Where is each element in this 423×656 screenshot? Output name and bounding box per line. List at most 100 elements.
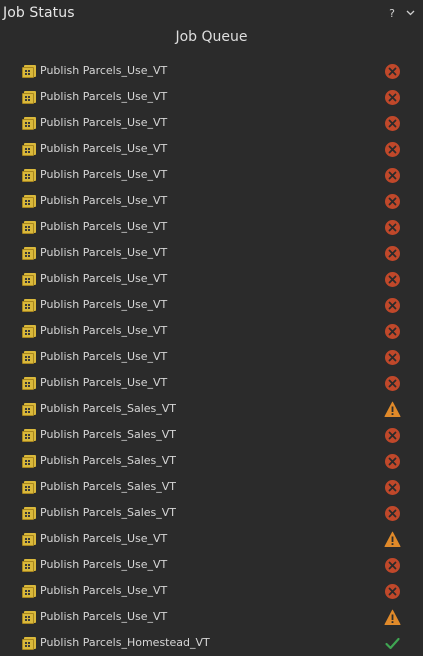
publish-job-icon: [21, 193, 37, 209]
publish-job-icon: [21, 375, 37, 391]
publish-job-icon: [21, 635, 37, 651]
panel-title-buttons: ?: [385, 5, 417, 21]
job-name: Publish Parcels_Sales_VT: [40, 402, 176, 415]
publish-job-icon: [21, 557, 37, 573]
publish-job-icon: [21, 479, 37, 495]
error-circle-x-icon[interactable]: [384, 427, 401, 444]
publish-job-icon: [21, 115, 37, 131]
chevron-down-icon: [406, 10, 414, 16]
publish-job-icon: [21, 583, 37, 599]
warning-triangle-icon[interactable]: [384, 609, 401, 626]
publish-job-icon: [21, 297, 37, 313]
job-row[interactable]: Publish Parcels_Use_VT: [0, 604, 423, 630]
error-circle-x-icon[interactable]: [384, 167, 401, 184]
publish-job-icon: [21, 167, 37, 183]
error-circle-x-icon[interactable]: [384, 453, 401, 470]
job-row[interactable]: Publish Parcels_Use_VT: [0, 110, 423, 136]
job-name: Publish Parcels_Use_VT: [40, 610, 168, 623]
publish-job-icon: [21, 453, 37, 469]
job-queue-list: Publish Parcels_Use_VT Publish Parcels_U…: [0, 58, 423, 656]
job-name: Publish Parcels_Use_VT: [40, 116, 168, 129]
job-name: Publish Parcels_Use_VT: [40, 558, 168, 571]
job-name: Publish Parcels_Sales_VT: [40, 454, 176, 467]
error-circle-x-icon[interactable]: [384, 271, 401, 288]
publish-job-icon: [21, 89, 37, 105]
job-name: Publish Parcels_Use_VT: [40, 246, 168, 259]
job-row[interactable]: Publish Parcels_Use_VT: [0, 344, 423, 370]
panel-titlebar: Job Status ?: [0, 0, 423, 28]
publish-job-icon: [21, 63, 37, 79]
job-row[interactable]: Publish Parcels_Use_VT: [0, 214, 423, 240]
publish-job-icon: [21, 323, 37, 339]
error-circle-x-icon[interactable]: [384, 193, 401, 210]
publish-job-icon: [21, 349, 37, 365]
job-row[interactable]: Publish Parcels_Use_VT: [0, 58, 423, 84]
job-name: Publish Parcels_Sales_VT: [40, 428, 176, 441]
job-row[interactable]: Publish Parcels_Use_VT: [0, 162, 423, 188]
job-row[interactable]: Publish Parcels_Use_VT: [0, 292, 423, 318]
job-row[interactable]: Publish Parcels_Use_VT: [0, 188, 423, 214]
job-name: Publish Parcels_Homestead_VT: [40, 636, 210, 649]
error-circle-x-icon[interactable]: [384, 505, 401, 522]
job-name: Publish Parcels_Use_VT: [40, 350, 168, 363]
publish-job-icon: [21, 141, 37, 157]
warning-triangle-icon[interactable]: [384, 531, 401, 548]
help-button[interactable]: ?: [385, 5, 399, 21]
job-row[interactable]: Publish Parcels_Sales_VT: [0, 500, 423, 526]
job-row[interactable]: Publish Parcels_Sales_VT: [0, 448, 423, 474]
job-row[interactable]: Publish Parcels_Use_VT: [0, 552, 423, 578]
job-row[interactable]: Publish Parcels_Sales_VT: [0, 422, 423, 448]
job-name: Publish Parcels_Sales_VT: [40, 480, 176, 493]
panel-menu-button[interactable]: [403, 5, 417, 21]
error-circle-x-icon[interactable]: [384, 583, 401, 600]
job-name: Publish Parcels_Use_VT: [40, 142, 168, 155]
publish-job-icon: [21, 219, 37, 235]
job-row[interactable]: Publish Parcels_Use_VT: [0, 84, 423, 110]
job-name: Publish Parcels_Use_VT: [40, 220, 168, 233]
publish-job-icon: [21, 245, 37, 261]
panel-title: Job Status: [3, 5, 75, 21]
job-row[interactable]: Publish Parcels_Use_VT: [0, 578, 423, 604]
job-name: Publish Parcels_Use_VT: [40, 532, 168, 545]
error-circle-x-icon[interactable]: [384, 323, 401, 340]
publish-job-icon: [21, 401, 37, 417]
error-circle-x-icon[interactable]: [384, 349, 401, 366]
job-row[interactable]: Publish Parcels_Use_VT: [0, 240, 423, 266]
success-checkmark-icon[interactable]: [384, 635, 401, 652]
error-circle-x-icon[interactable]: [384, 375, 401, 392]
job-name: Publish Parcels_Use_VT: [40, 376, 168, 389]
warning-triangle-icon[interactable]: [384, 401, 401, 418]
error-circle-x-icon[interactable]: [384, 63, 401, 80]
error-circle-x-icon[interactable]: [384, 219, 401, 236]
error-circle-x-icon[interactable]: [384, 141, 401, 158]
job-name: Publish Parcels_Sales_VT: [40, 506, 176, 519]
job-row[interactable]: Publish Parcels_Use_VT: [0, 318, 423, 344]
job-name: Publish Parcels_Use_VT: [40, 298, 168, 311]
job-row[interactable]: Publish Parcels_Use_VT: [0, 136, 423, 162]
error-circle-x-icon[interactable]: [384, 557, 401, 574]
job-name: Publish Parcels_Use_VT: [40, 272, 168, 285]
job-row[interactable]: Publish Parcels_Sales_VT: [0, 396, 423, 422]
error-circle-x-icon[interactable]: [384, 115, 401, 132]
error-circle-x-icon[interactable]: [384, 297, 401, 314]
job-name: Publish Parcels_Use_VT: [40, 64, 168, 77]
job-row[interactable]: Publish Parcels_Sales_VT: [0, 474, 423, 500]
job-name: Publish Parcels_Use_VT: [40, 584, 168, 597]
publish-job-icon: [21, 609, 37, 625]
job-row[interactable]: Publish Parcels_Use_VT: [0, 266, 423, 292]
job-name: Publish Parcels_Use_VT: [40, 90, 168, 103]
error-circle-x-icon[interactable]: [384, 89, 401, 106]
job-queue-heading: Job Queue: [175, 29, 248, 45]
publish-job-icon: [21, 531, 37, 547]
publish-job-icon: [21, 427, 37, 443]
publish-job-icon: [21, 271, 37, 287]
job-name: Publish Parcels_Use_VT: [40, 168, 168, 181]
error-circle-x-icon[interactable]: [384, 479, 401, 496]
error-circle-x-icon[interactable]: [384, 245, 401, 262]
job-row[interactable]: Publish Parcels_Use_VT: [0, 370, 423, 396]
job-name: Publish Parcels_Use_VT: [40, 324, 168, 337]
job-name: Publish Parcels_Use_VT: [40, 194, 168, 207]
job-row[interactable]: Publish Parcels_Homestead_VT: [0, 630, 423, 656]
job-row[interactable]: Publish Parcels_Use_VT: [0, 526, 423, 552]
publish-job-icon: [21, 505, 37, 521]
